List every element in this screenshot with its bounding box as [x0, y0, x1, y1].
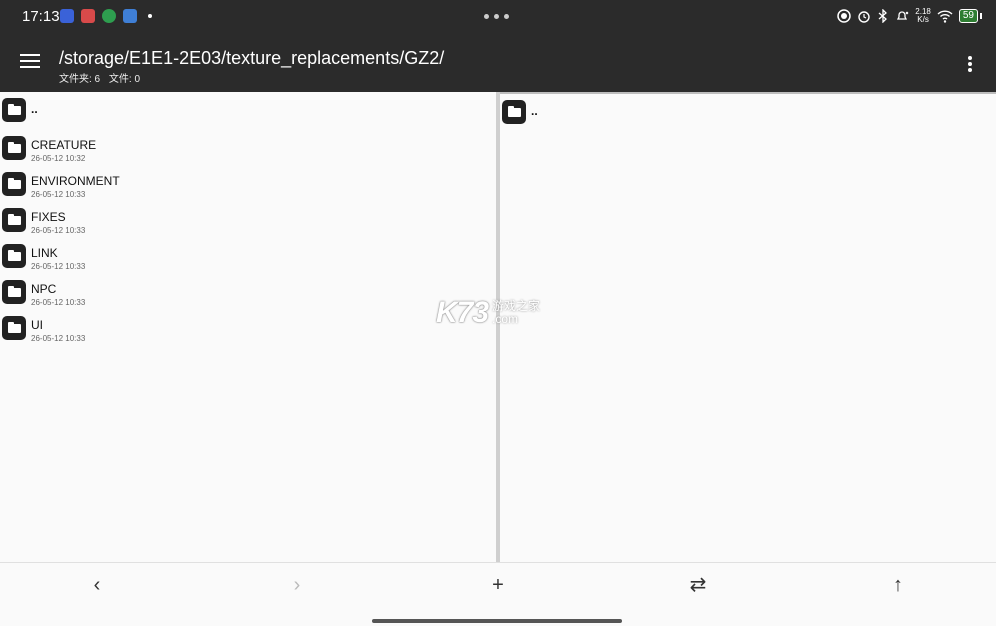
folder-count: 文件夹: 6	[59, 74, 101, 85]
home-indicator[interactable]	[372, 619, 622, 623]
folder-date: 26-05-12 10:32	[31, 154, 86, 163]
back-arrow-icon[interactable]: ‹	[82, 573, 112, 597]
list-item[interactable]: UI 26-05-12 10:33	[0, 312, 496, 346]
alarm-icon	[858, 11, 870, 23]
hamburger-menu-icon[interactable]	[20, 54, 40, 72]
folder-name: NPC	[31, 282, 57, 296]
current-path: /storage/E1E1-2E03/texture_replacements/…	[59, 48, 445, 68]
forward-arrow-icon[interactable]: ›	[282, 573, 312, 597]
system-status-icons: 2.18 K/s 59	[837, 8, 982, 24]
folder-name: FIXES	[31, 210, 66, 224]
folder-icon	[502, 100, 526, 124]
list-item[interactable]: NPC 26-05-12 10:33	[0, 276, 496, 310]
add-icon[interactable]: +	[483, 573, 513, 597]
folder-name: CREATURE	[31, 138, 97, 152]
battery-tip-icon	[980, 13, 982, 19]
left-file-pane: .. CREATURE 26-05-12 10:32 ENVIRONMENT 2…	[0, 92, 496, 562]
parent-directory-row[interactable]: ..	[500, 96, 996, 130]
list-item[interactable]: CREATURE 26-05-12 10:32	[0, 132, 496, 166]
folder-icon	[2, 136, 26, 160]
folder-date: 26-05-12 10:33	[31, 190, 86, 199]
wifi-icon	[937, 9, 953, 23]
app-bar: /storage/E1E1-2E03/texture_replacements/…	[0, 34, 996, 92]
status-time: 17:13	[22, 8, 60, 25]
folder-icon	[2, 316, 26, 340]
folder-icon	[2, 208, 26, 232]
folder-icon	[2, 280, 26, 304]
list-item[interactable]: FIXES 26-05-12 10:33	[0, 204, 496, 238]
app-notification-icon	[123, 9, 137, 23]
folder-date: 26-05-12 10:33	[31, 334, 86, 343]
network-speed: 2.18 K/s	[915, 7, 931, 24]
list-item[interactable]: LINK 26-05-12 10:33	[0, 240, 496, 274]
battery-indicator: 59	[958, 9, 978, 23]
folder-name: ENVIRONMENT	[31, 174, 120, 188]
row-name: ..	[531, 104, 538, 118]
list-item[interactable]: ENVIRONMENT 26-05-12 10:33	[0, 168, 496, 202]
folder-icon	[2, 244, 26, 268]
notification-icons	[60, 9, 152, 23]
item-counts: 文件夹: 6 文件: 0	[59, 70, 146, 85]
folder-icon	[2, 98, 26, 122]
more-options-icon[interactable]	[968, 56, 972, 72]
right-file-pane: ..	[500, 92, 996, 564]
file-count: 文件: 0	[108, 74, 141, 85]
folder-date: 26-05-12 10:33	[31, 226, 86, 235]
folder-date: 26-05-12 10:33	[31, 262, 86, 271]
bluetooth-icon	[878, 9, 888, 23]
folder-name: LINK	[31, 246, 58, 260]
folder-name: UI	[31, 318, 43, 332]
folder-icon	[2, 172, 26, 196]
up-arrow-icon[interactable]: ↑	[883, 573, 913, 597]
folder-date: 26-05-12 10:33	[31, 298, 86, 307]
multitask-dots-icon[interactable]	[484, 14, 509, 19]
more-notifications-icon	[148, 14, 152, 18]
record-icon	[837, 9, 852, 23]
app-notification-icon	[81, 9, 95, 23]
app-notification-icon	[60, 9, 74, 23]
mute-bell-icon	[897, 11, 909, 20]
bottom-toolbar: ‹ › + ⇄ ↑	[0, 562, 996, 626]
status-bar: 17:13 2.18 K/s 59	[0, 0, 996, 34]
parent-directory-row[interactable]: ..	[0, 94, 496, 128]
row-name: ..	[31, 102, 38, 116]
swap-panes-icon[interactable]: ⇄	[683, 573, 713, 597]
app-notification-icon	[102, 9, 116, 23]
